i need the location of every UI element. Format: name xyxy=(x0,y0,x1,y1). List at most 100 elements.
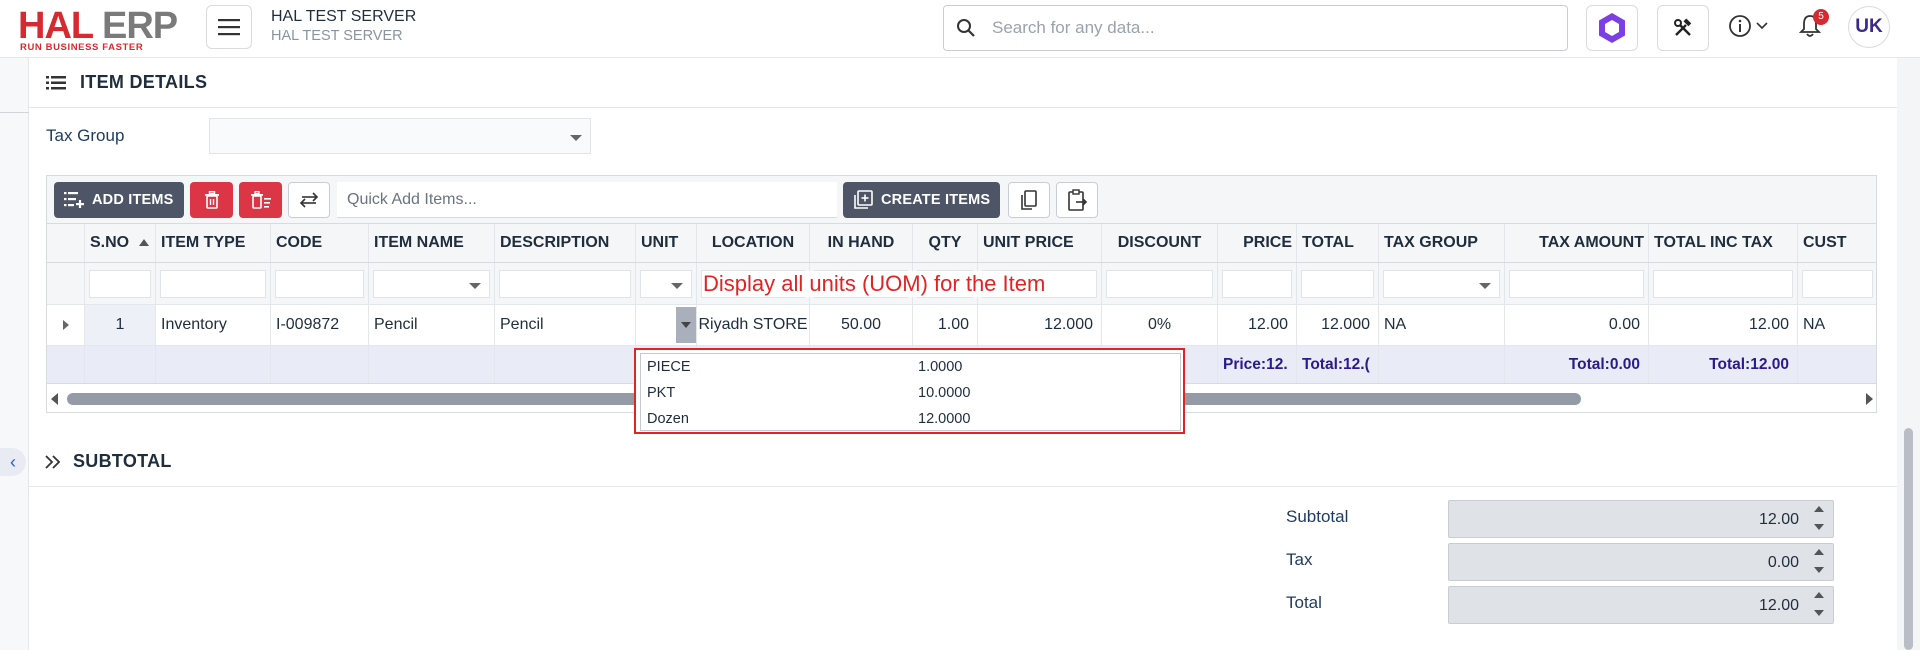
cell-item-name[interactable]: Pencil xyxy=(369,305,495,345)
spinner-buttons[interactable] xyxy=(1813,504,1827,534)
scroll-right-icon[interactable] xyxy=(1865,393,1873,405)
column-header-description[interactable]: DESCRIPTION xyxy=(495,224,636,262)
filter-input[interactable] xyxy=(1509,270,1644,298)
column-header-discount[interactable]: DISCOUNT xyxy=(1102,224,1218,262)
column-header-code[interactable]: CODE xyxy=(271,224,369,262)
filter-select[interactable] xyxy=(640,270,692,298)
spin-up-icon[interactable] xyxy=(1814,592,1824,598)
column-header-unit[interactable]: UNIT xyxy=(636,224,697,262)
filter-input[interactable] xyxy=(1106,270,1213,298)
spin-down-icon[interactable] xyxy=(1814,567,1824,573)
column-header-cust[interactable]: CUST xyxy=(1798,224,1876,262)
filter-cell-price[interactable] xyxy=(1218,263,1297,304)
delete-row-button[interactable] xyxy=(190,182,233,218)
notifications-button[interactable]: 5 xyxy=(1798,9,1829,43)
page-scrollbar[interactable] xyxy=(1897,58,1920,650)
spin-up-icon[interactable] xyxy=(1814,506,1824,512)
filter-cell-tax-amount[interactable] xyxy=(1505,263,1649,304)
column-header-in-hand[interactable]: IN HAND xyxy=(810,224,913,262)
filter-cell-item-type[interactable] xyxy=(156,263,271,304)
uom-option-pkt[interactable]: PKT 10.0000 xyxy=(641,380,1180,406)
column-header-price[interactable]: PRICE xyxy=(1218,224,1297,262)
cell-tax-amount[interactable]: 0.00 xyxy=(1505,305,1649,345)
cell-tax-group[interactable]: NA xyxy=(1379,305,1505,345)
cell-code[interactable]: I-009872 xyxy=(271,305,369,345)
total-field[interactable]: 12.00 xyxy=(1448,586,1834,624)
cell-item-type[interactable]: Inventory xyxy=(156,305,271,345)
quick-add-input[interactable] xyxy=(337,182,837,218)
column-header-qty[interactable]: QTY xyxy=(913,224,978,262)
add-items-button[interactable]: ADD ITEMS xyxy=(54,182,184,218)
spin-down-icon[interactable] xyxy=(1814,610,1824,616)
swap-button[interactable] xyxy=(288,182,330,218)
filter-cell-sno[interactable] xyxy=(85,263,156,304)
search-input[interactable] xyxy=(992,16,1552,40)
filter-select[interactable] xyxy=(373,270,490,298)
cell-total-inc-tax[interactable]: 12.00 xyxy=(1649,305,1798,345)
menu-button[interactable] xyxy=(206,5,252,49)
column-header-tax-group[interactable]: TAX GROUP xyxy=(1379,224,1505,262)
delete-all-button[interactable] xyxy=(239,182,282,218)
cell-unit[interactable] xyxy=(636,305,697,345)
uom-dropdown-list[interactable]: PIECE 1.0000 PKT 10.0000 Dozen 12.0000 xyxy=(640,353,1181,431)
tax-group-select[interactable] xyxy=(209,118,591,154)
cell-location[interactable]: Riyadh STORE xyxy=(697,305,810,345)
filter-input[interactable] xyxy=(89,270,151,298)
ai-assistant-button[interactable] xyxy=(1586,5,1638,51)
cell-cust[interactable]: NA xyxy=(1798,305,1876,345)
filter-cell-cust[interactable] xyxy=(1798,263,1876,304)
column-header-item-type[interactable]: ITEM TYPE xyxy=(156,224,271,262)
cell-unit-price[interactable]: 12.000 xyxy=(978,305,1102,345)
filter-cell-unit[interactable] xyxy=(636,263,697,304)
create-items-button[interactable]: CREATE ITEMS xyxy=(843,182,1001,218)
filter-cell-total[interactable] xyxy=(1297,263,1379,304)
column-header-total-inc-tax[interactable]: TOTAL INC TAX xyxy=(1649,224,1798,262)
filter-input[interactable] xyxy=(1802,270,1873,298)
cell-description[interactable]: Pencil xyxy=(495,305,636,345)
filter-input[interactable] xyxy=(275,270,364,298)
subtotal-header[interactable]: SUBTOTAL xyxy=(29,437,1897,487)
column-header-location[interactable]: LOCATION xyxy=(697,224,810,262)
table-row[interactable]: 1 Inventory I-009872 Pencil Pencil Riyad… xyxy=(47,305,1876,346)
filter-cell-item-name[interactable] xyxy=(369,263,495,304)
cell-sno[interactable]: 1 xyxy=(85,305,156,345)
row-expander[interactable] xyxy=(47,305,85,345)
info-menu[interactable] xyxy=(1728,14,1768,38)
subtotal-field[interactable]: 12.00 xyxy=(1448,500,1834,538)
logo[interactable]: HAL ERP RUN BUSINESS FASTER xyxy=(18,6,183,53)
global-search[interactable] xyxy=(943,5,1568,51)
spinner-buttons[interactable] xyxy=(1813,547,1827,577)
filter-cell-tax-group[interactable] xyxy=(1379,263,1505,304)
filter-input[interactable] xyxy=(1301,270,1374,298)
tax-field[interactable]: 0.00 xyxy=(1448,543,1834,581)
paste-button[interactable] xyxy=(1056,182,1098,218)
filter-cell-discount[interactable] xyxy=(1102,263,1218,304)
column-header-total[interactable]: TOTAL xyxy=(1297,224,1379,262)
column-header-tax-amount[interactable]: TAX AMOUNT xyxy=(1505,224,1649,262)
filter-cell-total-inc-tax[interactable] xyxy=(1649,263,1798,304)
cell-price[interactable]: 12.00 xyxy=(1218,305,1297,345)
filter-cell-code[interactable] xyxy=(271,263,369,304)
filter-select[interactable] xyxy=(1383,270,1500,298)
filter-input[interactable] xyxy=(1653,270,1793,298)
user-avatar[interactable]: UK xyxy=(1848,6,1890,48)
unit-dropdown-button[interactable] xyxy=(676,307,696,343)
column-header-unit-price[interactable]: UNIT PRICE xyxy=(978,224,1102,262)
page-scrollbar-thumb[interactable] xyxy=(1904,428,1913,650)
cell-total[interactable]: 12.000 xyxy=(1297,305,1379,345)
filter-cell-description[interactable] xyxy=(495,263,636,304)
spinner-buttons[interactable] xyxy=(1813,590,1827,620)
spin-down-icon[interactable] xyxy=(1814,524,1824,530)
cell-qty[interactable]: 1.00 xyxy=(913,305,978,345)
filter-input[interactable] xyxy=(160,270,266,298)
spin-up-icon[interactable] xyxy=(1814,549,1824,555)
item-details-header[interactable]: ITEM DETAILS xyxy=(29,58,1897,108)
uom-option-dozen[interactable]: Dozen 12.0000 xyxy=(641,406,1180,432)
uom-option-piece[interactable]: PIECE 1.0000 xyxy=(641,354,1180,380)
copy-button[interactable] xyxy=(1008,182,1050,218)
column-header-sno[interactable]: S.NO xyxy=(85,224,156,262)
cell-in-hand[interactable]: 50.00 xyxy=(810,305,913,345)
tools-button[interactable] xyxy=(1657,5,1709,51)
filter-input[interactable] xyxy=(499,270,631,298)
column-header-item-name[interactable]: ITEM NAME xyxy=(369,224,495,262)
